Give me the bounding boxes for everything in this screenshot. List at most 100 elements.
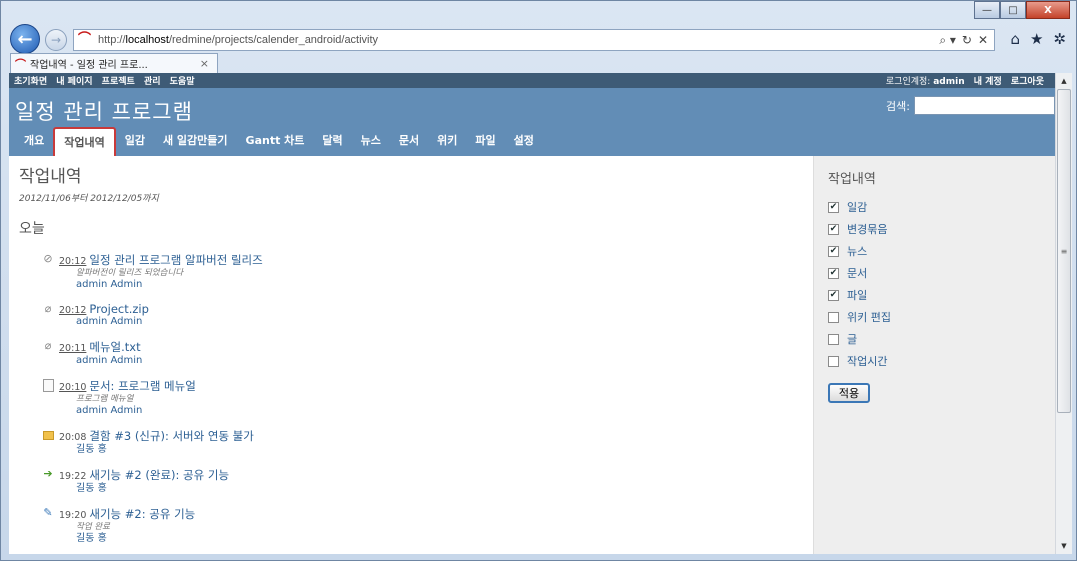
top-menu-help[interactable]: 도움말 [170,77,195,87]
filter-news[interactable]: ✔ 뉴스 [828,243,1041,259]
filter-changesets[interactable]: ✔ 변경묶음 [828,221,1041,237]
event-time[interactable]: 20:10 [59,382,86,393]
event-author-link[interactable]: 길동 홍 [76,533,803,545]
filter-time-entries[interactable]: 작업시간 [828,353,1041,369]
restore-button[interactable]: □ [1000,1,1026,19]
activity-item: ⌀ 20:11 메뉴얼.txt admin Admin [41,339,803,367]
favorites-icon[interactable]: ★ [1030,30,1043,48]
tab-files[interactable]: 파일 [466,127,504,156]
paperclip-icon: ⌀ [44,339,52,352]
tab-activity[interactable]: 작업내역 [53,127,116,156]
project-header: 일정 관리 프로그램 검색: 개요 작업내역 일감 새 일감만들기 Gantt … [9,88,1055,156]
logout-link[interactable]: 로그아웃 [1011,77,1044,87]
filter-wiki-edits[interactable]: 위키 편집 [828,309,1041,325]
refresh-icon[interactable]: ↻ [962,33,972,48]
checkbox[interactable]: ✔ [828,223,839,235]
activity-item: ➔ 19:22 새기능 #2 (완료): 공유 기능 길동 홍 [41,467,803,495]
checkbox[interactable]: ✔ [828,245,839,257]
back-arrow-icon: ← [17,28,33,50]
event-author-link[interactable]: admin Admin [76,405,803,417]
event-description: 프로그램 메뉴얼 [76,394,134,404]
vertical-scrollbar[interactable]: ▲ ≡ ▼ [1055,73,1072,554]
page-title: 작업내역 [19,167,82,187]
event-title-link[interactable]: 일정 관리 프로그램 알파버전 릴리즈 [89,253,262,267]
tab-news[interactable]: 뉴스 [352,127,390,156]
event-time[interactable]: 20:12 [59,305,86,316]
activity-item: 20:10 문서: 프로그램 메뉴얼 프로그램 메뉴얼 admin Admin [41,378,803,417]
issue-new-icon [41,429,55,441]
issue-closed-icon: ➔ [43,467,53,480]
page-viewport: 초기화면 내 페이지 프로젝트 관리 도움말 로그인계정: admin 내 계정… [9,73,1072,554]
top-menu-home[interactable]: 초기화면 [14,77,47,87]
event-description: 알파버전이 릴리즈 되었습니다 [76,268,184,278]
event-author-link[interactable]: 길동 홍 [76,483,803,495]
tab-issues[interactable]: 일감 [116,127,154,156]
logged-in-user[interactable]: admin [933,77,964,87]
top-menu-admin[interactable]: 관리 [144,77,161,87]
address-input[interactable]: ⌒ http://localhost/redmine/projects/cale… [73,29,995,51]
checkbox[interactable] [828,333,839,345]
event-title-link[interactable]: 결함 #3 (신규): 서버와 연동 불가 [89,429,253,443]
event-title-link[interactable]: 문서: 프로그램 메뉴얼 [89,379,195,393]
home-icon[interactable]: ⌂ [1010,30,1020,48]
minimize-button[interactable]: — [974,1,1000,19]
event-title-link[interactable]: Project.zip [89,302,149,316]
back-button[interactable]: ← [10,24,40,54]
checkbox[interactable]: ✔ [828,289,839,301]
tools-gear-icon[interactable]: ✲ [1053,30,1066,48]
browser-tab[interactable]: ⌒ 작업내역 - 일정 관리 프로... × [10,53,218,73]
activity-list: ⊘ 20:12 일정 관리 프로그램 알파버전 릴리즈 알파버전이 릴리즈 되었습… [41,252,803,545]
activity-item: ⌀ 20:12 Project.zip admin Admin [41,302,803,328]
top-menu-my-page[interactable]: 내 페이지 [56,77,92,87]
url-text: http://localhost/redmine/projects/calend… [98,34,379,46]
event-time[interactable]: 20:12 [59,256,86,267]
apply-button[interactable]: 적용 [828,383,870,403]
event-author-link[interactable]: 길동 홍 [76,444,803,456]
event-title-link[interactable]: 새기능 #2 (완료): 공유 기능 [89,468,229,482]
top-menu: 초기화면 내 페이지 프로젝트 관리 도움말 로그인계정: admin 내 계정… [9,73,1055,88]
search-input[interactable] [914,96,1055,115]
top-menu-projects[interactable]: 프로젝트 [102,77,135,87]
checkbox[interactable]: ✔ [828,201,839,213]
date-range: 2012/11/06부터 2012/12/05까지 [19,194,159,204]
filter-files[interactable]: ✔ 파일 [828,287,1041,303]
day-heading: 오늘 [19,221,45,237]
filter-issues[interactable]: ✔ 일감 [828,199,1041,215]
redmine-logo-icon: ⌒ [78,32,92,47]
project-title: 일정 관리 프로그램 [15,100,193,124]
event-title-link[interactable]: 새기능 #2: 공유 기능 [89,507,195,521]
scroll-up-icon[interactable]: ▲ [1056,73,1072,89]
scroll-down-icon[interactable]: ▼ [1056,538,1072,554]
forward-button[interactable]: → [45,29,67,51]
tab-overview[interactable]: 개요 [15,127,53,156]
tab-new-issue[interactable]: 새 일감만들기 [154,127,237,156]
event-author-link[interactable]: admin Admin [76,316,803,328]
event-time[interactable]: 20:11 [59,343,86,354]
tab-calendar[interactable]: 달력 [313,127,351,156]
activity-item: 20:08 결함 #3 (신규): 서버와 연동 불가 길동 홍 [41,428,803,456]
main-content: 작업내역 2012/11/06부터 2012/12/05까지 오늘 ⊘ 20:1… [9,156,813,554]
tab-documents[interactable]: 문서 [390,127,428,156]
filter-messages[interactable]: 글 [828,331,1041,347]
scroll-thumb[interactable]: ≡ [1057,89,1071,413]
stop-icon[interactable]: ✕ [978,33,988,48]
tab-gantt[interactable]: Gantt 차트 [237,127,314,156]
forward-arrow-icon: → [50,33,62,47]
tab-row: ⌒ 작업내역 - 일정 관리 프로... × [1,53,1076,73]
search-dropdown-icon[interactable]: ⌕ ▾ [939,33,956,48]
paperclip-icon: ⌀ [44,302,52,315]
checkbox[interactable] [828,355,839,367]
my-account-link[interactable]: 내 계정 [974,77,1002,87]
checkbox[interactable] [828,311,839,323]
activity-item: ✎ 19:20 새기능 #2: 공유 기능 작업 완료 길동 홍 [41,506,803,545]
event-title-link[interactable]: 메뉴얼.txt [89,340,140,354]
event-author-link[interactable]: admin Admin [76,355,803,367]
event-author-link[interactable]: admin Admin [76,279,803,291]
tab-close-icon[interactable]: × [200,57,209,70]
filter-documents[interactable]: ✔ 문서 [828,265,1041,281]
browser-window: — □ X ← → ⌒ http://localhost/redmine/pro… [0,0,1077,561]
close-window-button[interactable]: X [1026,1,1070,19]
checkbox[interactable]: ✔ [828,267,839,279]
tab-settings[interactable]: 설정 [505,127,543,156]
tab-wiki[interactable]: 위키 [428,127,466,156]
